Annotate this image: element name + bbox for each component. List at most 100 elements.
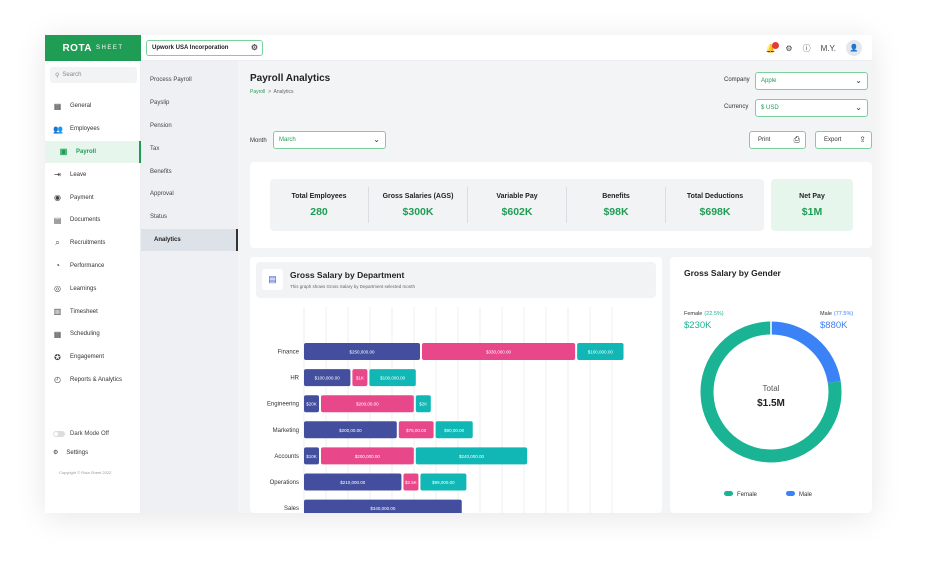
currency-label: Currency (724, 104, 749, 110)
subnav-item-status[interactable]: Status (141, 206, 238, 229)
search-input[interactable]: ⚲ Search (50, 67, 137, 83)
currency-value: $ USD (761, 105, 779, 111)
stats-panel: Total Employees 280 Gross Salaries (AGS) $3… (250, 162, 872, 248)
subnav-item-payslip[interactable]: Payslip (141, 92, 238, 115)
payment-icon: ◉ (54, 193, 61, 203)
month-select[interactable]: March ⌄ (273, 131, 386, 149)
bar-value-label: $330,000.00 (486, 350, 512, 355)
company-switcher[interactable]: Upwork USA Incorporation ⚙ (146, 40, 263, 56)
user-initials[interactable]: M.Y. (821, 44, 836, 53)
top-bar: ROTA SHEET Upwork USA Incorporation ⚙ 🔔 … (45, 35, 872, 61)
sidebar-item-label: General (70, 103, 92, 110)
sidebar-item-leave[interactable]: ⇥ Leave (45, 163, 141, 186)
main-content: Payroll Analytics Payroll > Analytics Co… (250, 61, 872, 513)
logo[interactable]: ROTA SHEET (45, 35, 141, 61)
logo-sub: SHEET (96, 45, 124, 51)
stat-label: Total Employees (291, 192, 347, 200)
donut-slice[interactable] (770, 321, 841, 384)
sidebar-item-label: Reports & Analytics (70, 376, 123, 383)
bar-value-label: $340,000.00 (370, 506, 396, 511)
month-label: Month (250, 138, 267, 144)
stat-value: $98K (603, 205, 629, 218)
sidebar-item-reports-analytics[interactable]: ◴ Reports & Analytics (45, 369, 141, 392)
app-window: ROTA SHEET Upwork USA Incorporation ⚙ 🔔 … (45, 35, 872, 513)
subnav-item-tax[interactable]: Tax (141, 137, 238, 160)
stat-label: Gross Salaries (AGS) (382, 192, 454, 200)
sidebar-nav: ▦ General 👥 Employees ▣ Payroll ⇥ Leave ◉ Payment… (45, 95, 141, 391)
logout-icon: ⇥ (54, 170, 61, 180)
subnav-item-pension[interactable]: Pension (141, 115, 238, 138)
help-icon[interactable]: ⓘ (803, 43, 811, 54)
bar-value-label: $100,000.00 (588, 350, 614, 355)
female-value: $230K (684, 320, 712, 331)
toggle-switch[interactable] (53, 431, 65, 437)
gear-icon[interactable]: ⚙ (785, 44, 792, 53)
bar-value-label: $80,00.00 (444, 428, 465, 433)
gear-icon[interactable]: ⚙ (251, 43, 258, 52)
breadcrumb-payroll[interactable]: Payroll (250, 89, 265, 95)
dept-bar-chart: Finance $250,000.00 $330,000.00 $100,000.00… (267, 307, 624, 513)
bar-value-label: $200,000.00 (355, 454, 381, 459)
category-label: HR (290, 376, 299, 382)
female-name-label: Female (22.5%) (684, 311, 724, 317)
grid-icon: ▦ (53, 101, 62, 111)
bar-value-label: $200,00.00 (356, 402, 379, 407)
stat-label: Variable Pay (496, 192, 538, 200)
legend-label: Male (799, 492, 813, 498)
sidebar-item-performance[interactable]: ◔ Performance (45, 255, 141, 278)
dark-mode-toggle[interactable]: Dark Mode Off (53, 431, 109, 437)
payroll-subnav: Process Payroll Payslip Pension Tax Benefits… (141, 61, 238, 513)
currency-select[interactable]: $ USD ⌄ (755, 99, 868, 117)
target-icon: ◎ (54, 284, 61, 294)
settings-label: Settings (66, 449, 89, 456)
sidebar-item-timesheet[interactable]: ▥ Timesheet (45, 300, 141, 323)
breadcrumb-analytics: Analytics (273, 89, 294, 95)
copyright: Copyright © Rota Sheet 2022 (59, 470, 112, 475)
avatar[interactable]: 👤 (846, 40, 862, 56)
bar-value-label: $99,000.00 (432, 480, 455, 485)
sidebar-item-payment[interactable]: ◉ Payment (45, 186, 141, 209)
sidebar-item-recruitments[interactable]: ⌕ Recruitments (45, 232, 141, 255)
category-label: Engineering (267, 402, 299, 408)
subnav-item-process-payroll[interactable]: Process Payroll (141, 69, 238, 92)
stat-value: $698K (699, 205, 731, 218)
sidebar-item-engagement[interactable]: ✪ Engagement (45, 346, 141, 369)
breadcrumb: Payroll > Analytics (250, 89, 294, 95)
male-value: $880K (820, 320, 848, 331)
sidebar-item-label: Recruitments (70, 240, 106, 247)
sidebar-item-settings[interactable]: ⚙ Settings (53, 449, 89, 457)
subnav-item-benefits[interactable]: Benefits (141, 160, 238, 183)
search-person-icon: ⌕ (55, 238, 60, 248)
print-button[interactable]: Print ⎙ (749, 131, 806, 149)
chart-icon: ◴ (54, 375, 61, 385)
gear-icon: ⚙ (53, 450, 59, 456)
bar-value-label: $2.5K (405, 480, 417, 485)
bar-value-label: $100,000.00 (380, 376, 406, 381)
dark-mode-label: Dark Mode Off (70, 431, 109, 437)
sidebar-item-learnings[interactable]: ◎ Learnings (45, 277, 141, 300)
subnav-item-analytics[interactable]: Analytics (141, 228, 238, 252)
company-select[interactable]: Apple ⌄ (755, 72, 868, 90)
chevron-down-icon: ⌄ (855, 76, 862, 85)
export-button[interactable]: Export ⇪ (815, 131, 872, 149)
sidebar-item-scheduling[interactable]: ▦ Scheduling (45, 323, 141, 346)
sidebar-item-payroll[interactable]: ▣ Payroll (45, 140, 141, 164)
gender-chart-card: Gross Salary by Gender Total $1.5M Female(… (670, 257, 872, 513)
bar-value-label: $210,000.00 (340, 480, 366, 485)
legend-swatch (786, 491, 795, 496)
award-icon: ✪ (54, 352, 61, 362)
sidebar-item-general[interactable]: ▦ General (45, 95, 141, 118)
gauge-icon: ◔ (55, 261, 60, 271)
search-icon: ⚲ (55, 72, 60, 79)
category-label: Marketing (273, 428, 299, 434)
stat-label: Benefits (602, 192, 630, 200)
sidebar-item-employees[interactable]: 👥 Employees (45, 118, 141, 141)
export-label: Export (824, 137, 842, 143)
bell-icon[interactable]: 🔔 (765, 41, 780, 53)
sidebar-item-documents[interactable]: ▤ Documents (45, 209, 141, 232)
donut-center-value: $1.5M (757, 398, 785, 409)
sidebar-item-label: Employees (70, 126, 100, 133)
subnav-item-approval[interactable]: Approval (141, 183, 238, 206)
calendar-icon: ▦ (53, 329, 62, 339)
stats-row: Total Employees 280 Gross Salaries (AGS) $3… (270, 179, 764, 231)
